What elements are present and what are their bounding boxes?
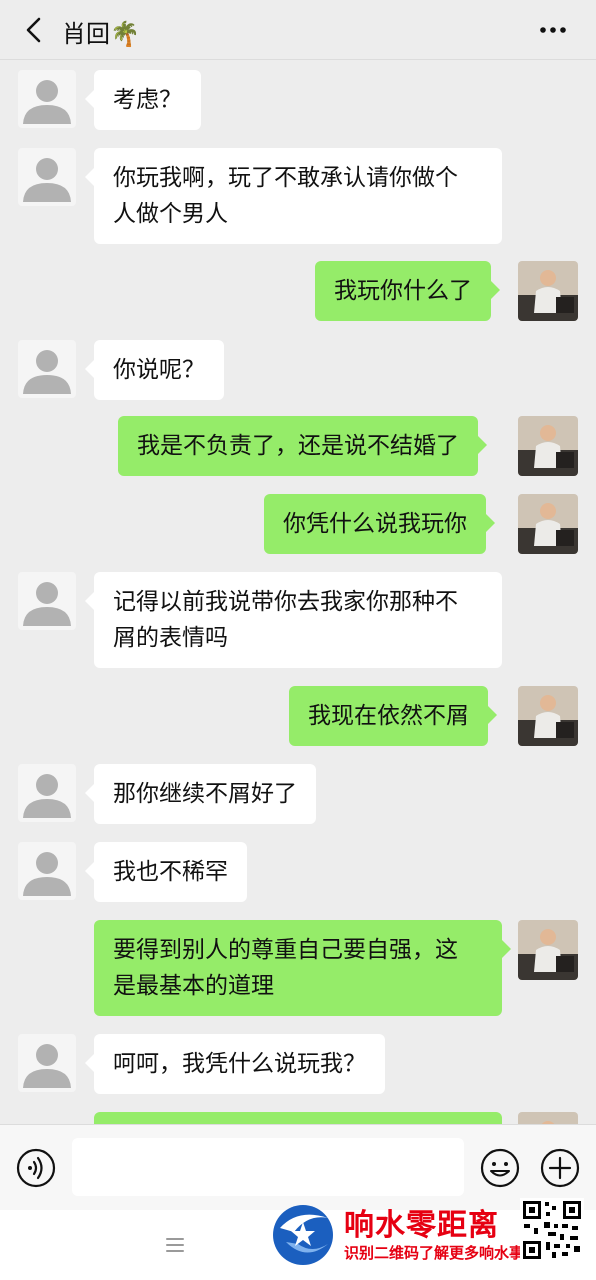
message-input[interactable] bbox=[72, 1138, 464, 1196]
voice-icon[interactable] bbox=[16, 1148, 56, 1188]
message-list[interactable]: 考虑？ 你玩我啊，玩了不敢承认请你做个 人做个男人 我玩你什么了 你说呢？ 我是… bbox=[0, 60, 596, 1126]
message-bubble-sent[interactable]: 你凭什么说我玩你 bbox=[264, 494, 495, 554]
message-bubble-sent[interactable]: 我玩你什么了 bbox=[315, 261, 500, 321]
watermark-brand: 响水零距离 bbox=[344, 1208, 499, 1243]
contact-avatar[interactable] bbox=[18, 148, 76, 206]
message-bubble-received[interactable]: 那你继续不屑好了 bbox=[85, 764, 316, 824]
contact-avatar[interactable] bbox=[18, 764, 76, 822]
qr-code-icon[interactable] bbox=[520, 1198, 584, 1262]
contact-avatar[interactable] bbox=[18, 340, 76, 398]
emoji-icon[interactable] bbox=[480, 1148, 520, 1188]
message-bubble-received[interactable]: 记得以前我说带你去我家你那种不 屑的表情吗 bbox=[85, 572, 502, 668]
message-bubble-sent[interactable]: 我现在依然不屑 bbox=[289, 686, 497, 746]
brand-logo-icon bbox=[273, 1205, 333, 1265]
my-avatar[interactable] bbox=[518, 920, 578, 980]
message-bubble-sent[interactable]: 要得到别人的尊重自己要自强，这 是最基本的道理 bbox=[94, 920, 511, 1016]
message-bubble-received[interactable]: 考虑？ bbox=[85, 70, 201, 130]
message-bubble-sent[interactable]: 我是不负责了，还是说不结婚了 bbox=[118, 416, 487, 476]
hamburger-icon[interactable] bbox=[164, 1234, 186, 1256]
contact-avatar[interactable] bbox=[18, 1034, 76, 1092]
message-bubble-received[interactable]: 你说呢？ bbox=[85, 340, 224, 400]
my-avatar[interactable] bbox=[518, 261, 578, 321]
my-avatar[interactable] bbox=[518, 686, 578, 746]
watermark: 响水零距离 识别二维码了解更多响水事 bbox=[264, 1192, 596, 1280]
watermark-caption: 识别二维码了解更多响水事 bbox=[344, 1244, 525, 1262]
chat-title: 肖回🌴 bbox=[62, 20, 140, 48]
my-avatar[interactable] bbox=[518, 416, 578, 476]
chevron-left-icon[interactable] bbox=[22, 17, 48, 43]
contact-avatar[interactable] bbox=[18, 572, 76, 630]
contact-avatar[interactable] bbox=[18, 70, 76, 128]
message-bubble-received[interactable]: 呵呵，我凭什么说玩我？ bbox=[85, 1034, 385, 1094]
chat-header: 肖回🌴 bbox=[0, 0, 596, 60]
plus-icon[interactable] bbox=[540, 1148, 580, 1188]
my-avatar[interactable] bbox=[518, 494, 578, 554]
message-bubble-received[interactable]: 你玩我啊，玩了不敢承认请你做个 人做个男人 bbox=[85, 148, 502, 244]
contact-avatar[interactable] bbox=[18, 842, 76, 900]
ellipsis-icon[interactable] bbox=[538, 18, 568, 42]
message-bubble-received[interactable]: 我也不稀罕 bbox=[85, 842, 247, 902]
